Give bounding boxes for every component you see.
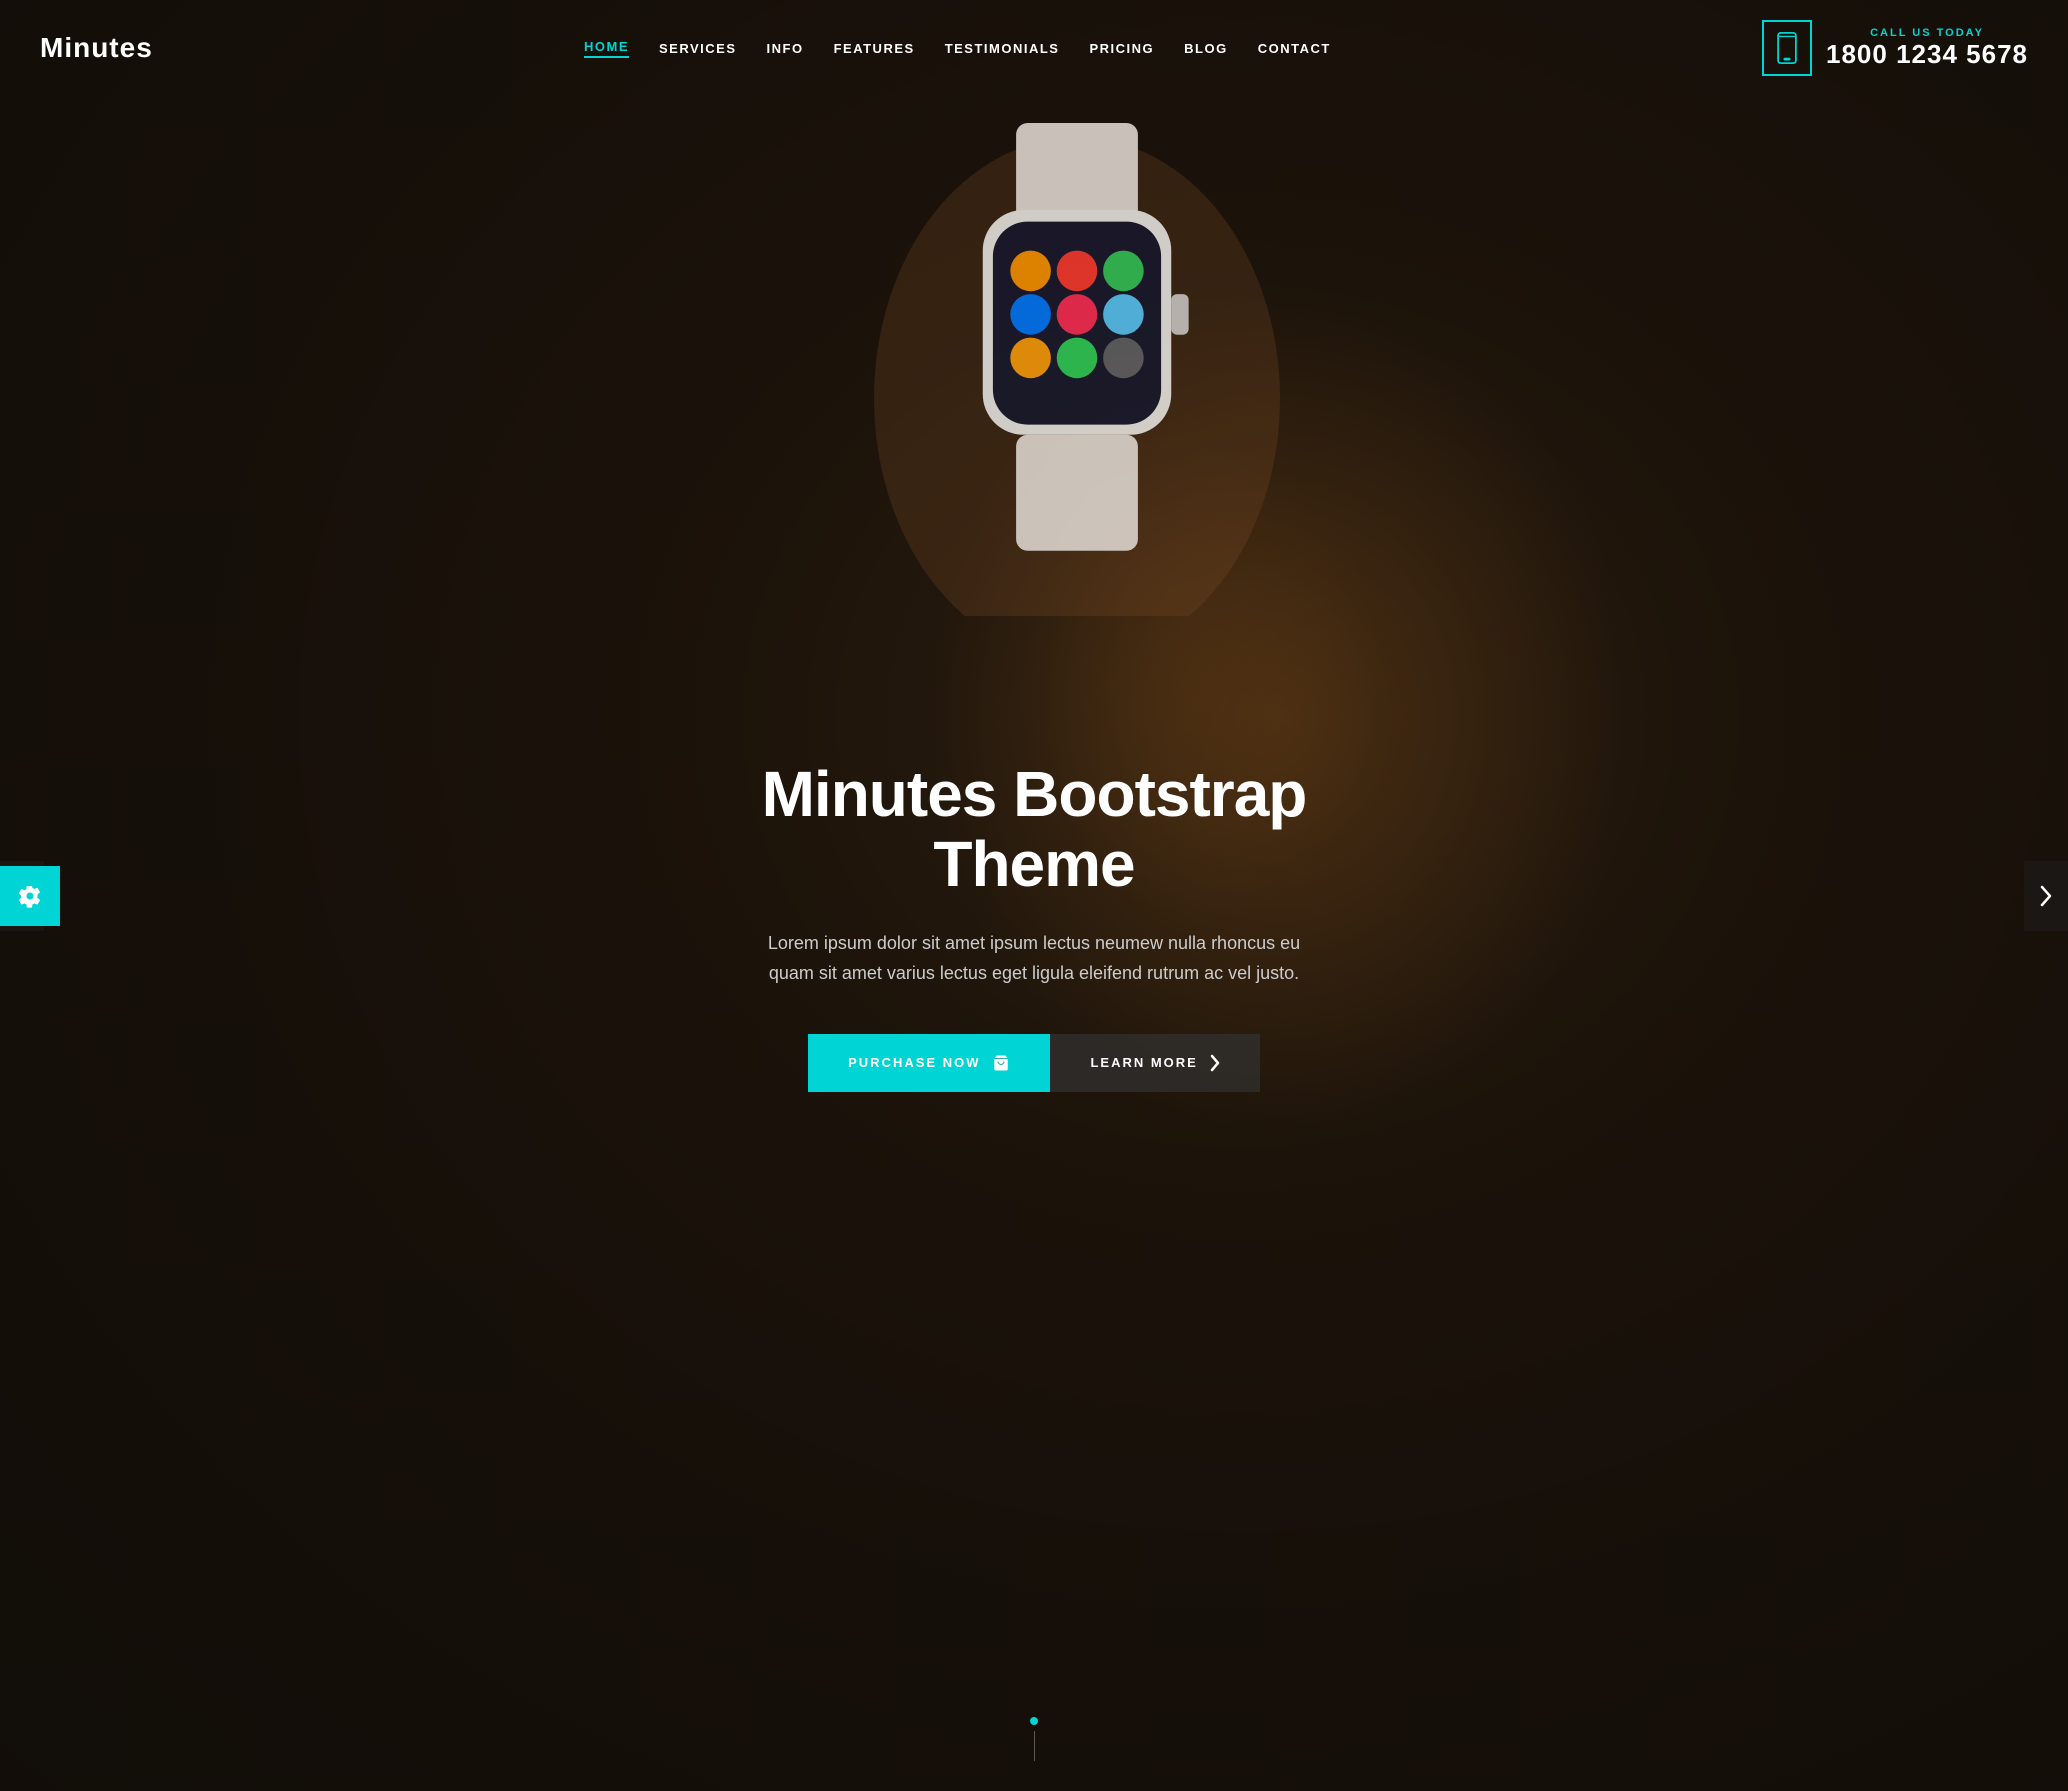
nav-testimonials[interactable]: TESTIMONIALS — [945, 41, 1060, 56]
nav-info[interactable]: INFO — [767, 41, 804, 56]
hero-subtitle: Lorem ipsum dolor sit amet ipsum lectus … — [754, 928, 1314, 989]
scroll-indicator — [1030, 1717, 1038, 1761]
purchase-now-label: PURCHASE NOW — [848, 1055, 980, 1070]
carousel-next-button[interactable] — [2024, 861, 2068, 931]
cart-icon — [992, 1054, 1010, 1072]
contact-info: CALL US TODAY 1800 1234 5678 — [1762, 20, 2028, 76]
chevron-right-icon — [2040, 885, 2052, 907]
hero-buttons: PURCHASE NOW LEARN MORE — [699, 1034, 1369, 1092]
settings-button[interactable] — [0, 866, 60, 926]
purchase-now-button[interactable]: PURCHASE NOW — [808, 1034, 1050, 1092]
settings-panel — [0, 866, 60, 926]
header: Minutes HOME SERVICES INFO FEATURES TEST… — [0, 0, 2068, 96]
phone-icon-container — [1762, 20, 1812, 76]
nav-pricing[interactable]: PRICING — [1089, 41, 1154, 56]
hero-title: Minutes Bootstrap Theme — [699, 759, 1369, 900]
nav-features[interactable]: FEATURES — [834, 41, 915, 56]
nav-blog[interactable]: BLOG — [1184, 41, 1228, 56]
arrow-right-icon — [1210, 1054, 1220, 1072]
learn-more-button[interactable]: LEARN MORE — [1050, 1034, 1259, 1092]
learn-more-label: LEARN MORE — [1090, 1055, 1197, 1070]
hero-section: Minutes HOME SERVICES INFO FEATURES TEST… — [0, 0, 2068, 1791]
call-us-label: CALL US TODAY — [1826, 27, 2028, 39]
scroll-dot — [1030, 1717, 1038, 1725]
logo[interactable]: Minutes — [40, 32, 153, 64]
navigation: HOME SERVICES INFO FEATURES TESTIMONIALS… — [584, 39, 1331, 58]
hero-content: Minutes Bootstrap Theme Lorem ipsum dolo… — [659, 759, 1409, 1092]
nav-home[interactable]: HOME — [584, 39, 629, 58]
nav-services[interactable]: SERVICES — [659, 41, 737, 56]
phone-icon — [1776, 32, 1798, 64]
nav-contact[interactable]: CONTACT — [1258, 41, 1331, 56]
watch-illustration — [827, 36, 1327, 616]
contact-text: CALL US TODAY 1800 1234 5678 — [1826, 27, 2028, 70]
scroll-line — [1034, 1731, 1035, 1761]
phone-number: 1800 1234 5678 — [1826, 39, 2028, 70]
gear-icon — [18, 884, 42, 908]
